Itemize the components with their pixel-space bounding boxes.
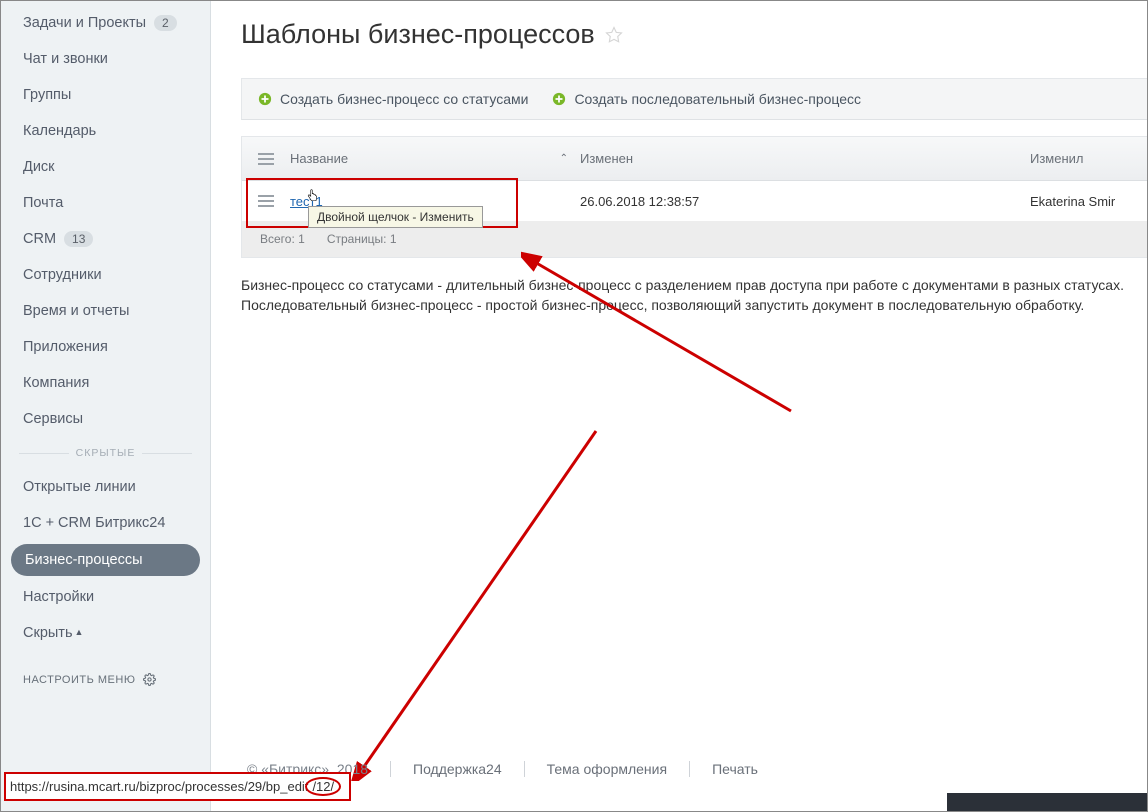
- main-content: Шаблоны бизнес-процессов Создать бизнес-…: [211, 1, 1147, 811]
- badge: 13: [64, 231, 93, 247]
- sidebar-item-label: Время и отчеты: [23, 303, 129, 319]
- sidebar-item-bizproc[interactable]: Бизнес-процессы: [11, 544, 200, 576]
- sidebar-item-chat[interactable]: Чат и звонки: [1, 41, 210, 77]
- badge: 2: [154, 15, 177, 31]
- sidebar-item-services[interactable]: Сервисы: [1, 401, 210, 437]
- row-menu-button[interactable]: [242, 195, 290, 207]
- sidebar-item-1c-crm[interactable]: 1С + CRM Битрикс24: [1, 505, 210, 541]
- sidebar: Задачи и Проекты 2 Чат и звонки Группы К…: [1, 1, 211, 811]
- support-link[interactable]: Поддержка24: [413, 761, 502, 777]
- print-link[interactable]: Печать: [712, 761, 758, 777]
- sidebar-item-groups[interactable]: Группы: [1, 77, 210, 113]
- sidebar-item-apps[interactable]: Приложения: [1, 329, 210, 365]
- sidebar-item-label: Компания: [23, 375, 89, 391]
- cursor-pointer-icon: [304, 186, 322, 208]
- toolbar: Создать бизнес-процесс со статусами Созд…: [241, 78, 1147, 120]
- sidebar-item-label: Календарь: [23, 123, 96, 139]
- page-title: Шаблоны бизнес-процессов: [241, 19, 1147, 50]
- bottom-panel-stub: [947, 793, 1147, 811]
- divider: [689, 761, 690, 777]
- create-status-button[interactable]: Создать бизнес-процесс со статусами: [258, 91, 528, 107]
- sidebar-item-label: Приложения: [23, 339, 108, 355]
- grid-header: Название ⌃ Изменен Изменил: [242, 137, 1147, 181]
- sidebar-item-label: Чат и звонки: [23, 51, 108, 67]
- sidebar-item-settings[interactable]: Настройки: [1, 579, 210, 615]
- grid: Название ⌃ Изменен Изменил тест1 26.06.2…: [241, 136, 1147, 258]
- sidebar-item-hide[interactable]: Скрыть ▲: [1, 615, 210, 651]
- sidebar-item-tasks[interactable]: Задачи и Проекты 2: [1, 5, 210, 41]
- sidebar-item-label: Бизнес-процессы: [25, 552, 143, 568]
- sidebar-item-employees[interactable]: Сотрудники: [1, 257, 210, 293]
- description-text: Бизнес-процесс со статусами - длительный…: [241, 276, 1147, 315]
- caret-up-icon: ▲: [75, 627, 84, 637]
- sidebar-item-label: Сотрудники: [23, 267, 102, 283]
- sidebar-item-label: Открытые линии: [23, 479, 136, 495]
- button-label: Создать бизнес-процесс со статусами: [280, 91, 528, 107]
- sidebar-item-crm[interactable]: CRM 13: [1, 221, 210, 257]
- sidebar-item-company[interactable]: Компания: [1, 365, 210, 401]
- sidebar-item-label: 1С + CRM Битрикс24: [23, 515, 165, 531]
- sidebar-item-label: Задачи и Проекты: [23, 15, 146, 31]
- column-header-author[interactable]: Изменил: [1030, 151, 1147, 166]
- row-author: Ekaterina Smir: [1030, 194, 1147, 209]
- sidebar-hidden-section: СКРЫТЫЕ: [1, 437, 210, 469]
- star-icon[interactable]: [605, 26, 623, 44]
- divider: [390, 761, 391, 777]
- plus-icon: [258, 92, 272, 106]
- menu-icon: [258, 153, 274, 165]
- configure-menu-label: НАСТРОИТЬ МЕНЮ: [23, 674, 135, 686]
- theme-link[interactable]: Тема оформления: [547, 761, 667, 777]
- tooltip: Двойной щелчок - Изменить: [308, 206, 483, 228]
- row-modified: 26.06.2018 12:38:57: [580, 194, 1030, 209]
- sidebar-item-time[interactable]: Время и отчеты: [1, 293, 210, 329]
- sidebar-item-label: Группы: [23, 87, 71, 103]
- create-sequential-button[interactable]: Создать последовательный бизнес-процесс: [552, 91, 861, 107]
- sidebar-item-label: Почта: [23, 195, 63, 211]
- sidebar-item-mail[interactable]: Почта: [1, 185, 210, 221]
- divider: [524, 761, 525, 777]
- sidebar-item-label: Скрыть: [23, 625, 73, 641]
- menu-icon: [258, 195, 274, 207]
- column-header-name[interactable]: Название ⌃: [290, 151, 580, 166]
- table-row[interactable]: тест1 26.06.2018 12:38:57 Ekaterina Smir…: [242, 181, 1147, 221]
- column-header-modified[interactable]: Изменен: [580, 151, 1030, 166]
- plus-icon: [552, 92, 566, 106]
- sidebar-item-label: Сервисы: [23, 411, 83, 427]
- gear-icon: [143, 673, 156, 686]
- sidebar-item-calendar[interactable]: Календарь: [1, 113, 210, 149]
- status-bar-url: https://rusina.mcart.ru/bizproc/processe…: [4, 772, 351, 801]
- sort-asc-icon: ⌃: [560, 153, 568, 164]
- grid-settings-button[interactable]: [242, 153, 290, 165]
- configure-menu-button[interactable]: НАСТРОИТЬ МЕНЮ: [1, 651, 210, 708]
- sidebar-item-disk[interactable]: Диск: [1, 149, 210, 185]
- sidebar-item-label: CRM: [23, 231, 56, 247]
- button-label: Создать последовательный бизнес-процесс: [574, 91, 861, 107]
- sidebar-item-openlines[interactable]: Открытые линии: [1, 469, 210, 505]
- annotation-url-highlight: /12/: [305, 777, 341, 796]
- sidebar-item-label: Настройки: [23, 589, 94, 605]
- sidebar-item-label: Диск: [23, 159, 55, 175]
